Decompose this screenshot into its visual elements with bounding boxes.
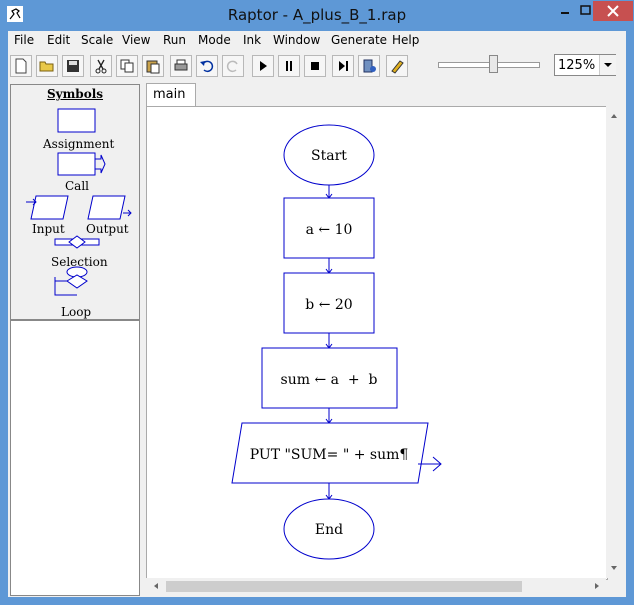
stop-icon	[311, 62, 319, 70]
menu-mode[interactable]: Mode	[198, 33, 231, 47]
play-icon	[260, 61, 267, 71]
tab-label: main	[153, 87, 186, 102]
paste-button[interactable]	[142, 55, 164, 77]
run-button[interactable]	[252, 55, 274, 77]
output-label: PUT "SUM= " + sum¶	[250, 447, 409, 463]
toolbar: 125%	[8, 52, 626, 82]
tab-main[interactable]: main	[146, 83, 196, 106]
new-file-icon	[15, 58, 27, 74]
open-folder-icon	[39, 61, 54, 72]
menu-ink[interactable]: Ink	[243, 33, 261, 47]
print-button[interactable]	[170, 55, 192, 77]
zoom-dropdown-button[interactable]	[599, 55, 616, 75]
client-area: File Edit Scale View Run Mode Ink Window…	[8, 31, 626, 597]
save-disk-icon	[67, 60, 79, 72]
server-icon	[363, 59, 376, 73]
minimize-icon	[561, 12, 569, 14]
palette-label-selection: Selection	[51, 255, 108, 269]
horizontal-scrollbar[interactable]	[146, 578, 606, 594]
save-button[interactable]	[62, 55, 84, 77]
minimize-button[interactable]	[552, 1, 578, 21]
output-symbol-icon[interactable]	[87, 195, 126, 220]
pause-button[interactable]	[278, 55, 300, 77]
watch-panel[interactable]	[10, 320, 140, 596]
palette-label-loop: Loop	[61, 305, 92, 319]
zoom-select[interactable]: 125%	[554, 54, 616, 76]
flowchart-canvas[interactable]: Start a ← 10 b ← 20 sum ← a + b PUT "SUM…	[146, 106, 608, 580]
zoom-value: 125%	[558, 58, 596, 73]
chevron-down-icon	[604, 63, 612, 67]
zoom-slider-thumb[interactable]	[489, 55, 498, 73]
pen-icon	[391, 60, 404, 74]
palette-label-output: Output	[86, 222, 129, 236]
assign-a-label: a ← 10	[306, 222, 353, 238]
ink-pen-button[interactable]	[386, 55, 408, 77]
step-button[interactable]	[332, 55, 354, 77]
copy-icon	[120, 59, 134, 73]
window-title: Raptor - A_plus_B_1.rap	[227, 6, 407, 24]
menu-scale[interactable]: Scale	[81, 33, 113, 47]
palette-label-input: Input	[32, 222, 65, 236]
redo-button[interactable]	[222, 55, 244, 77]
assignment-symbol-icon[interactable]	[57, 108, 96, 133]
start-label: Start	[311, 148, 347, 164]
symbols-palette: Symbols Assignment Call Input Output Sel…	[10, 84, 140, 320]
close-button[interactable]	[593, 1, 633, 21]
redo-icon	[226, 60, 238, 73]
title-bar[interactable]: Raptor - A_plus_B_1.rap	[0, 0, 634, 31]
menu-generate[interactable]: Generate	[331, 33, 387, 47]
horizontal-scroll-thumb[interactable]	[166, 581, 522, 592]
copy-button[interactable]	[116, 55, 138, 77]
undo-icon	[200, 60, 214, 73]
pause-icon	[286, 61, 292, 71]
end-label: End	[315, 522, 343, 538]
scissors-icon	[95, 59, 107, 74]
paste-icon	[146, 60, 160, 74]
menu-edit[interactable]: Edit	[47, 33, 70, 47]
app-window: Raptor - A_plus_B_1.rap File Edit Scale …	[0, 0, 634, 605]
stop-button[interactable]	[304, 55, 326, 77]
call-arrow-icon	[95, 154, 106, 174]
assign-b-label: b ← 20	[305, 297, 352, 313]
vertical-scroll-arrows	[611, 114, 617, 570]
palette-label-assignment: Assignment	[43, 137, 115, 151]
input-symbol-icon[interactable]	[30, 195, 69, 220]
open-button[interactable]	[36, 55, 58, 77]
menu-bar: File Edit Scale View Run Mode Ink Window…	[8, 31, 626, 51]
printer-icon	[174, 59, 188, 71]
flowchart: Start a ← 10 b ← 20 sum ← a + b PUT "SUM…	[231, 124, 442, 560]
new-button[interactable]	[10, 55, 32, 77]
menu-window[interactable]: Window	[273, 33, 320, 47]
close-icon	[607, 5, 619, 17]
menu-run[interactable]: Run	[163, 33, 186, 47]
menu-view[interactable]: View	[122, 33, 150, 47]
menu-file[interactable]: File	[14, 33, 34, 47]
maximize-icon	[580, 5, 591, 15]
palette-shapes	[26, 108, 132, 296]
menu-help[interactable]: Help	[392, 33, 419, 47]
call-symbol-icon[interactable]	[57, 152, 96, 176]
step-icon	[339, 61, 348, 71]
cut-button[interactable]	[90, 55, 112, 77]
test-server-button[interactable]	[358, 55, 380, 77]
vertical-scrollbar[interactable]	[606, 106, 622, 578]
assign-sum-label: sum ← a + b	[281, 372, 378, 388]
undo-button[interactable]	[196, 55, 218, 77]
palette-label-call: Call	[65, 179, 90, 193]
